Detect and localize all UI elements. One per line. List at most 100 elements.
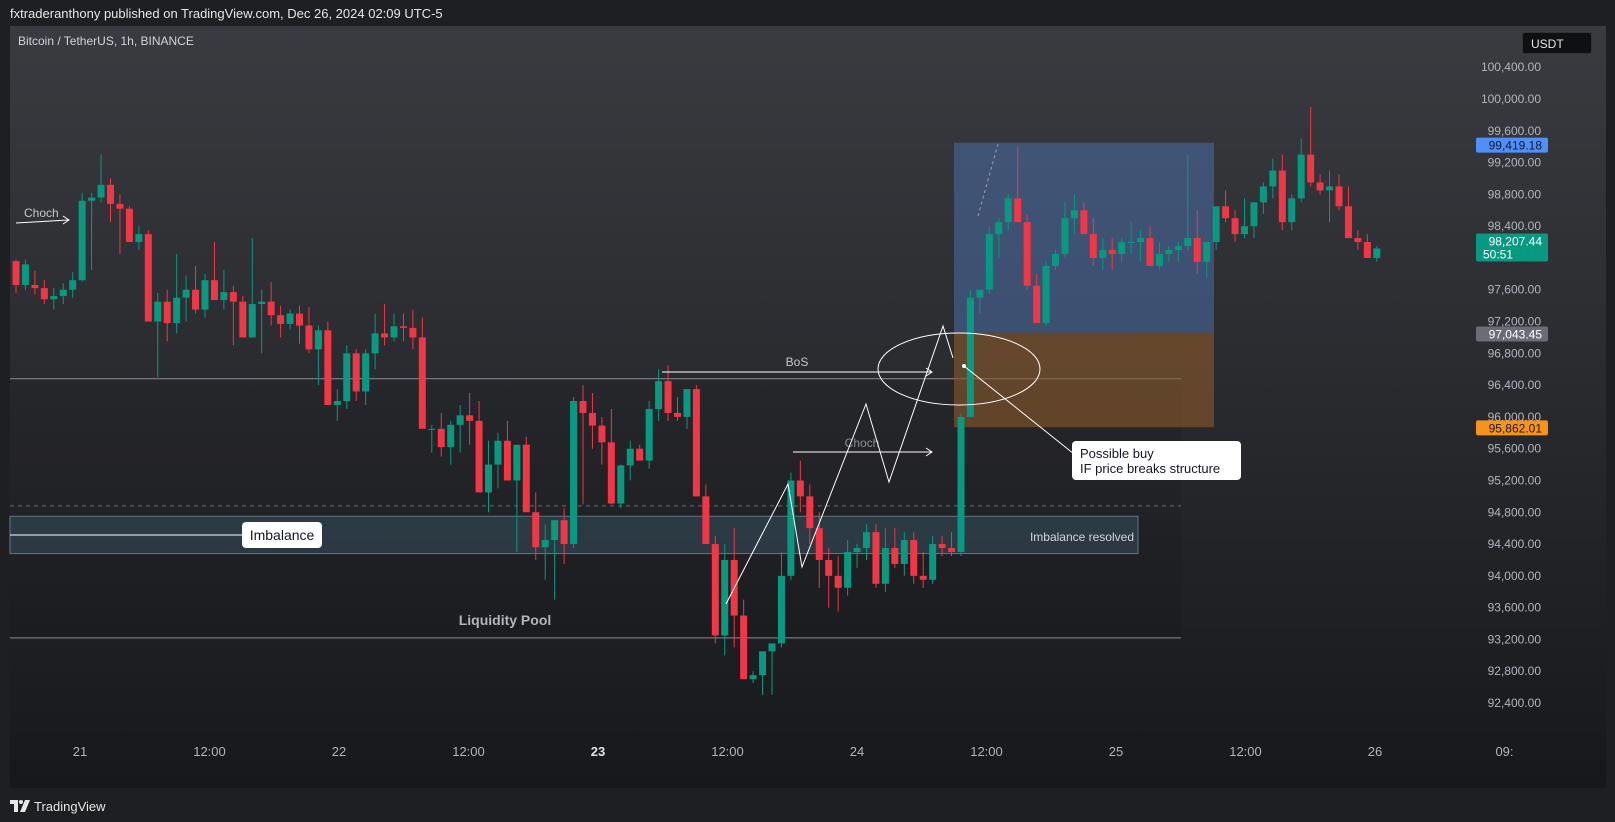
candle: [466, 415, 474, 421]
candle: [494, 440, 502, 465]
candle: [31, 284, 39, 289]
x-tick-label: 22: [332, 744, 346, 759]
choch-mid-label: Choch: [845, 436, 880, 450]
imbalance-label: Imbalance: [250, 527, 315, 543]
candle: [248, 304, 256, 338]
x-tick-label: 26: [1368, 744, 1382, 759]
candle: [721, 559, 729, 636]
candle: [853, 548, 861, 552]
candle: [1259, 186, 1267, 203]
candle: [59, 289, 67, 297]
price-badge-label: 99,419.18: [1489, 139, 1543, 153]
candle: [239, 301, 247, 338]
y-tick-label: 92,800.00: [1488, 664, 1542, 678]
candle: [1165, 250, 1173, 254]
choch-left-label: Choch: [24, 206, 59, 220]
candle: [985, 234, 993, 290]
price-badge-label: 95,862.01: [1489, 421, 1543, 435]
candle: [343, 353, 351, 401]
candle: [1033, 285, 1041, 324]
candle: [1042, 265, 1050, 324]
candle: [1297, 154, 1305, 199]
candle: [551, 520, 559, 541]
candle: [560, 520, 568, 545]
y-tick-label: 96,800.00: [1488, 346, 1542, 360]
price-badge-label: 97,043.45: [1489, 327, 1543, 341]
y-tick-label: 92,400.00: [1488, 696, 1542, 710]
candle: [891, 548, 899, 564]
y-tick-label: 97,600.00: [1488, 283, 1542, 297]
y-tick-label: 95,200.00: [1488, 473, 1542, 487]
candle: [88, 197, 96, 201]
x-tick-label: 21: [73, 744, 87, 759]
candle: [1061, 218, 1069, 254]
chart-pane[interactable]: Bitcoin / TetherUS, 1h, BINANCE BoS Choch…: [9, 26, 1606, 788]
candle: [107, 184, 114, 204]
imbalance-resolved-label: Imbalance resolved: [1030, 530, 1134, 544]
candle: [966, 297, 974, 417]
candle: [1155, 253, 1163, 266]
y-tick-label: 94,800.00: [1488, 505, 1542, 519]
candle: [154, 301, 162, 322]
x-tick-label: 23: [591, 744, 605, 759]
candle: [390, 326, 398, 338]
entry-zone: [954, 332, 1214, 428]
candle: [116, 203, 124, 209]
candle: [1231, 218, 1239, 235]
candle: [144, 234, 152, 322]
candle: [210, 280, 218, 301]
candle: [806, 496, 814, 529]
candle: [1316, 182, 1324, 191]
candle: [645, 408, 653, 461]
possible-buy-line1: Possible buy: [1080, 446, 1154, 461]
x-tick-label: 24: [850, 744, 864, 759]
candle: [201, 280, 209, 310]
currency-selector[interactable]: USDT: [1522, 32, 1592, 54]
x-tick-label: 09:: [1495, 744, 1513, 759]
candle: [428, 428, 436, 430]
candle: [1269, 170, 1277, 187]
candle: [995, 222, 1003, 235]
candle: [409, 327, 417, 338]
y-tick-label: 100,400.00: [1481, 60, 1541, 74]
candle: [1127, 242, 1135, 244]
candle: [163, 301, 171, 324]
candle: [173, 297, 181, 324]
candle: [1354, 238, 1362, 243]
candle: [1184, 238, 1192, 247]
candle: [759, 651, 767, 676]
candle: [1070, 210, 1078, 219]
candle: [12, 261, 20, 285]
candle: [570, 401, 578, 545]
candle: [324, 330, 332, 405]
bos-label: BoS: [786, 355, 809, 369]
candle: [815, 528, 823, 560]
candle: [456, 415, 464, 425]
candle: [948, 548, 956, 552]
possible-buy-line2: IF price breaks structure: [1080, 461, 1220, 476]
candle: [1203, 242, 1211, 262]
candle: [296, 313, 303, 326]
candle: [1288, 198, 1296, 223]
candle: [69, 280, 77, 290]
candle: [485, 464, 492, 493]
target-zone: [954, 142, 1214, 333]
candle: [1174, 246, 1182, 250]
candle: [929, 544, 937, 580]
candle: [277, 315, 285, 324]
candle: [881, 548, 889, 584]
candle: [475, 420, 483, 493]
candle: [655, 381, 663, 409]
price-badge-label: 98,207.44: [1489, 234, 1543, 248]
y-tick-label: 100,000.00: [1481, 92, 1541, 106]
candle: [740, 615, 748, 680]
y-tick-label: 94,400.00: [1488, 537, 1542, 551]
candlestick-chart[interactable]: BoS Choch Choch Imbalance Imbalance resolved…: [9, 26, 1606, 788]
candle: [50, 296, 58, 300]
candle: [182, 289, 190, 298]
candle: [683, 389, 691, 417]
candle: [787, 480, 795, 576]
candle: [267, 301, 275, 316]
candle: [97, 184, 105, 198]
tradingview-footer[interactable]: TradingView: [10, 796, 106, 816]
